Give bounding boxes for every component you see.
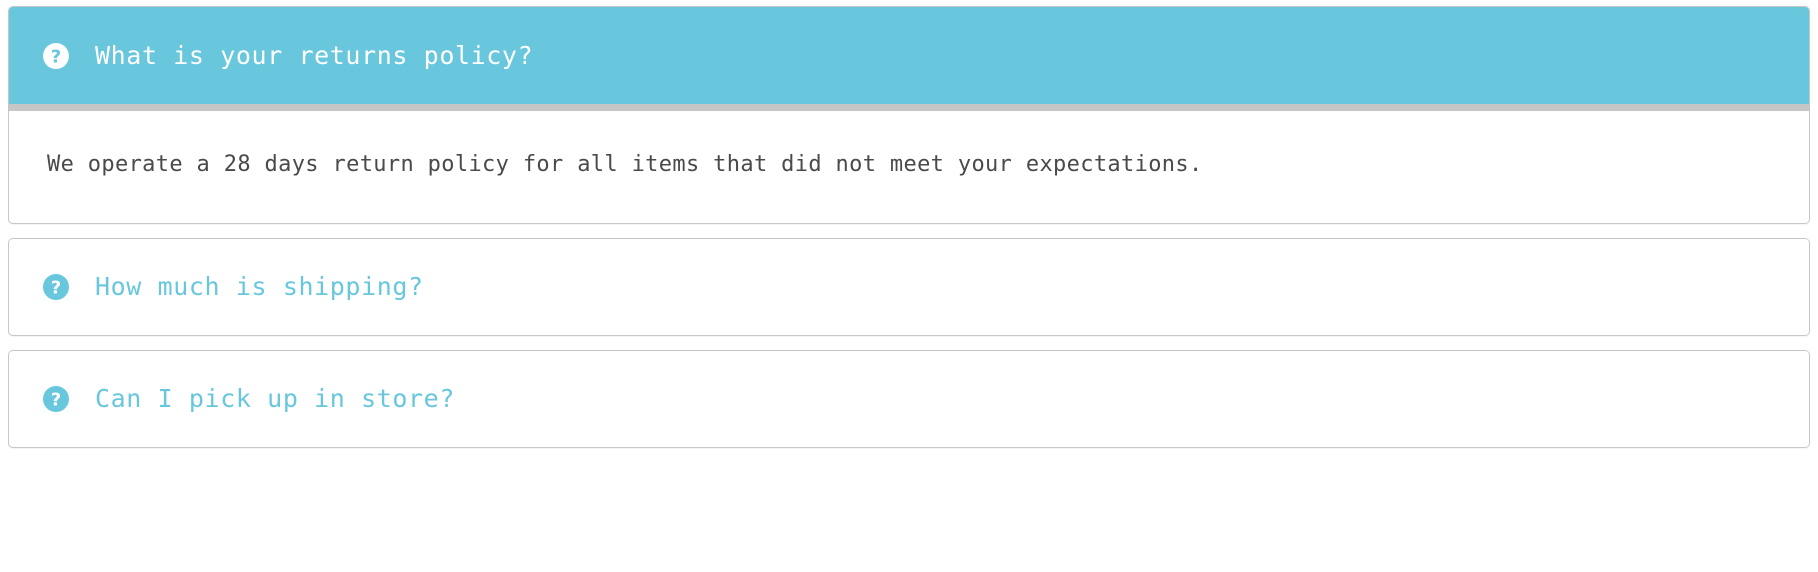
faq-panel-3: ? Can I pick up in store?	[8, 349, 1810, 448]
question-circle-icon: ?	[43, 385, 69, 412]
faq-answer-body-1: We operate a 28 days return policy for a…	[9, 111, 1809, 223]
faq-question-label: How much is shipping?	[95, 272, 424, 301]
faq-question-label: Can I pick up in store?	[95, 384, 455, 413]
faq-accordion: ? What is your returns policy? We operat…	[0, 0, 1818, 448]
faq-question-header-2[interactable]: ? How much is shipping?	[9, 238, 1809, 335]
faq-question-label: What is your returns policy?	[95, 41, 534, 70]
faq-question-header-1[interactable]: ? What is your returns policy?	[9, 7, 1809, 111]
faq-question-header-3[interactable]: ? Can I pick up in store?	[9, 350, 1809, 447]
faq-panel-2: ? How much is shipping?	[8, 237, 1810, 336]
svg-text:?: ?	[51, 46, 61, 67]
faq-answer-text: We operate a 28 days return policy for a…	[47, 152, 1203, 177]
question-circle-icon: ?	[43, 42, 69, 69]
question-circle-icon: ?	[43, 273, 69, 300]
svg-text:?: ?	[51, 389, 61, 410]
svg-text:?: ?	[51, 277, 61, 298]
faq-panel-1: ? What is your returns policy? We operat…	[8, 6, 1810, 224]
